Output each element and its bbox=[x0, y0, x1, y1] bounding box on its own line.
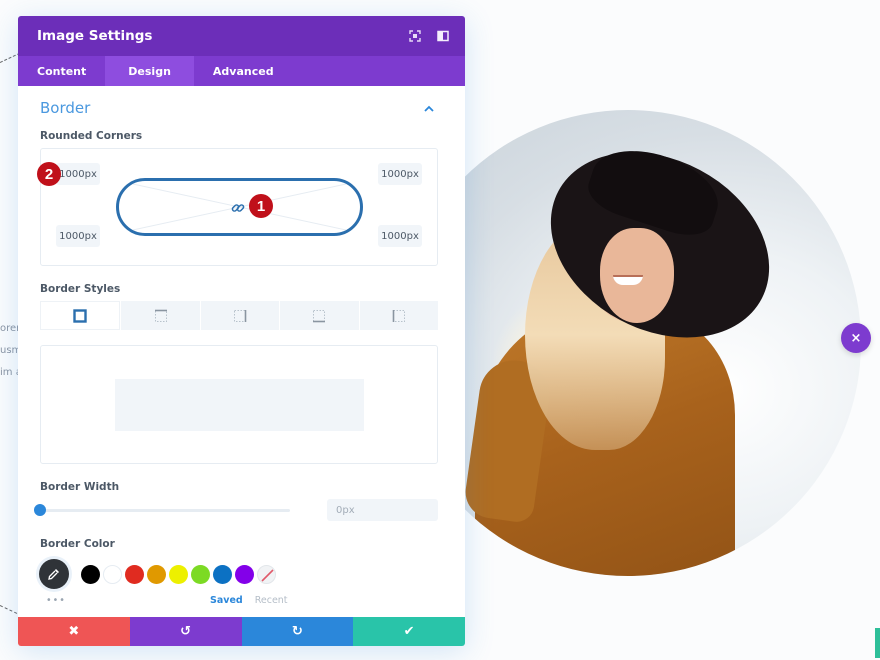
settings-tabs: Content Design Advanced bbox=[18, 56, 465, 86]
close-icon: × bbox=[850, 330, 862, 346]
split-view-icon[interactable] bbox=[435, 28, 451, 44]
color-swatch[interactable] bbox=[169, 564, 188, 584]
bottom-left-radius-input[interactable]: 1000px bbox=[56, 225, 100, 247]
border-all-icon bbox=[73, 308, 87, 323]
tab-advanced[interactable]: Advanced bbox=[194, 56, 293, 86]
eyedropper-button[interactable] bbox=[39, 559, 69, 589]
color-swatch[interactable] bbox=[103, 564, 122, 584]
color-swatch[interactable] bbox=[147, 564, 166, 584]
modal-title: Image Settings bbox=[37, 28, 153, 44]
color-swatches bbox=[81, 564, 276, 584]
check-icon: ✔ bbox=[403, 624, 415, 639]
link-corners-icon[interactable] bbox=[230, 200, 246, 216]
border-style-top[interactable] bbox=[121, 301, 200, 330]
border-left-icon bbox=[392, 309, 405, 322]
border-style-bottom[interactable] bbox=[280, 301, 359, 330]
cancel-button[interactable]: ✖ bbox=[18, 617, 130, 646]
color-swatch[interactable] bbox=[235, 564, 254, 584]
expand-icon[interactable] bbox=[407, 28, 423, 44]
border-right-icon bbox=[234, 309, 247, 322]
eyedropper-icon bbox=[48, 569, 59, 580]
page-canvas: orer usm im a × Image Settings Content D… bbox=[0, 0, 880, 660]
rounded-corners-label: Rounded Corners bbox=[40, 130, 143, 142]
module-close-button[interactable]: × bbox=[841, 323, 871, 353]
border-top-icon bbox=[154, 309, 167, 322]
border-style-left[interactable] bbox=[359, 301, 439, 330]
no-color-swatch[interactable] bbox=[257, 564, 276, 584]
border-width-slider[interactable] bbox=[34, 503, 290, 516]
slider-handle[interactable] bbox=[34, 503, 46, 516]
undo-button[interactable]: ↺ bbox=[129, 617, 242, 646]
annotation-badge-2: 2 bbox=[37, 162, 61, 186]
bottom-right-radius-input[interactable]: 1000px bbox=[378, 225, 422, 247]
modal-body: Border Rounded Corners 1000px 1000px 100… bbox=[18, 86, 465, 617]
undo-icon: ↺ bbox=[180, 624, 192, 639]
tab-content[interactable]: Content bbox=[18, 56, 105, 86]
color-swatch[interactable] bbox=[125, 564, 144, 584]
saved-colors-tab[interactable]: Saved bbox=[210, 595, 243, 606]
border-section-toggle[interactable]: Border bbox=[40, 86, 438, 128]
border-style-right[interactable] bbox=[200, 301, 280, 330]
border-style-preview bbox=[40, 345, 438, 464]
color-palette-footer: ••• Saved Recent bbox=[40, 592, 438, 608]
modal-header: Image Settings bbox=[18, 16, 465, 56]
border-color-picker bbox=[39, 556, 438, 592]
modal-footer: ✖ ↺ ↻ ✔ bbox=[18, 617, 465, 646]
chevron-up-icon[interactable] bbox=[422, 101, 436, 115]
color-swatch[interactable] bbox=[81, 564, 100, 584]
save-button[interactable]: ✔ bbox=[353, 617, 465, 646]
more-colors-button[interactable]: ••• bbox=[40, 595, 190, 606]
tab-design[interactable]: Design bbox=[105, 56, 194, 86]
page-settings-tab[interactable] bbox=[875, 628, 880, 658]
close-icon: ✖ bbox=[68, 624, 80, 639]
border-style-preview-shape bbox=[115, 379, 364, 431]
border-bottom-icon bbox=[313, 309, 326, 322]
image-settings-modal: Image Settings Content Design Advanced B… bbox=[18, 16, 465, 646]
border-style-all-sides[interactable] bbox=[40, 301, 121, 330]
redo-icon: ↻ bbox=[291, 624, 303, 639]
annotation-badge-1: 1 bbox=[249, 194, 273, 218]
border-style-tabs bbox=[40, 301, 439, 330]
border-width-control: 0px bbox=[34, 499, 438, 521]
rounded-corners-control: 1000px 1000px 1000px 1000px 1 2 bbox=[37, 148, 438, 266]
color-swatch[interactable] bbox=[191, 564, 210, 584]
section-title: Border bbox=[40, 99, 91, 117]
border-width-input[interactable]: 0px bbox=[327, 499, 438, 521]
border-color-label: Border Color bbox=[40, 538, 115, 550]
color-swatch[interactable] bbox=[213, 564, 232, 584]
border-styles-label: Border Styles bbox=[40, 283, 121, 295]
border-width-label: Border Width bbox=[40, 481, 120, 493]
redo-button[interactable]: ↻ bbox=[241, 617, 354, 646]
top-right-radius-input[interactable]: 1000px bbox=[378, 163, 422, 185]
top-left-radius-input[interactable]: 1000px bbox=[56, 163, 100, 185]
recent-colors-tab[interactable]: Recent bbox=[255, 595, 288, 606]
